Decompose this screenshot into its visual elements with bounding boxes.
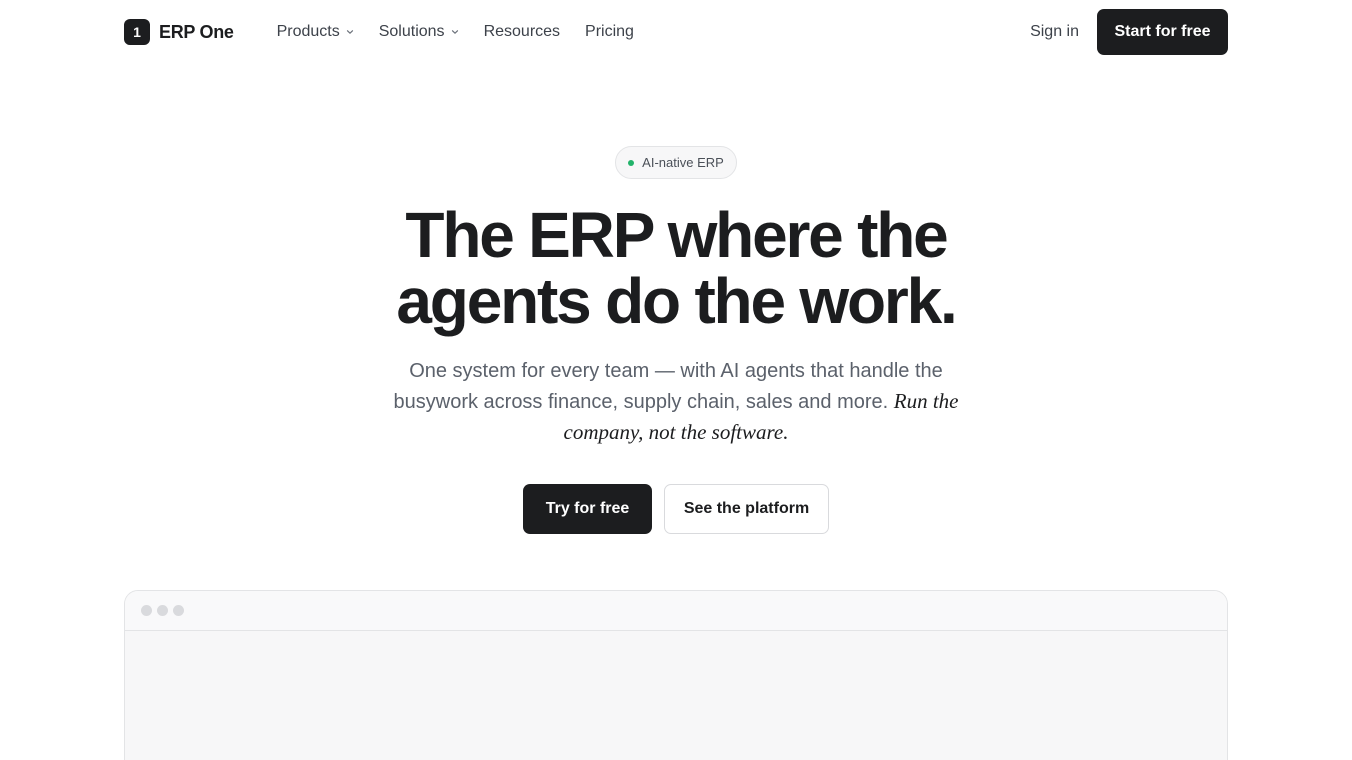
badge-label: AI-native ERP [642, 155, 724, 170]
nav-item-label: Products [276, 23, 340, 40]
sign-in-link[interactable]: Sign in [1030, 23, 1079, 41]
landing-page: 1 ERP One Products Solutions Resources P… [0, 0, 1352, 760]
nav-actions: Sign in Start for free [1030, 9, 1228, 55]
brand-name: ERP One [159, 21, 234, 42]
hero-title-line-2: agents do the work. [396, 265, 957, 337]
hero-subtitle-text: One system for every team — with AI agen… [393, 360, 943, 413]
status-dot [628, 159, 635, 166]
hero-subtitle: One system for every team — with AI agen… [376, 356, 976, 448]
window-control-dot [173, 605, 184, 616]
nav-item-products[interactable]: Products [277, 23, 354, 41]
top-nav: 1 ERP One Products Solutions Resources P… [124, 9, 1228, 55]
hero-title: The ERP where the agents do the work. [276, 202, 1076, 334]
nav-item-label: Solutions [378, 23, 445, 40]
nav-links: Products Solutions Resources Pricing [277, 9, 659, 55]
product-preview-window [124, 590, 1228, 760]
window-title-bar [125, 591, 1227, 631]
chevron-down-icon [346, 30, 353, 34]
ai-native-badge: AI-native ERP [615, 146, 737, 179]
chevron-down-icon [451, 30, 458, 34]
nav-item-label: Resources [483, 23, 561, 40]
nav-item-solutions[interactable]: Solutions [379, 23, 459, 41]
start-for-free-button[interactable]: Start for free [1097, 9, 1228, 55]
brand-logo[interactable]: 1 ERP One [124, 9, 234, 55]
logo-mark: 1 [124, 19, 150, 45]
window-control-dot [141, 605, 152, 616]
hero-title-line-1: The ERP where the [405, 199, 948, 271]
nav-item-resources[interactable]: Resources [484, 23, 560, 41]
hero-cta-row: Try for free See the platform [523, 484, 829, 534]
see-the-platform-button[interactable]: See the platform [664, 484, 829, 534]
nav-item-pricing[interactable]: Pricing [585, 23, 634, 41]
nav-item-label: Pricing [585, 23, 634, 40]
window-control-dot [157, 605, 168, 616]
try-for-free-button[interactable]: Try for free [523, 484, 652, 534]
